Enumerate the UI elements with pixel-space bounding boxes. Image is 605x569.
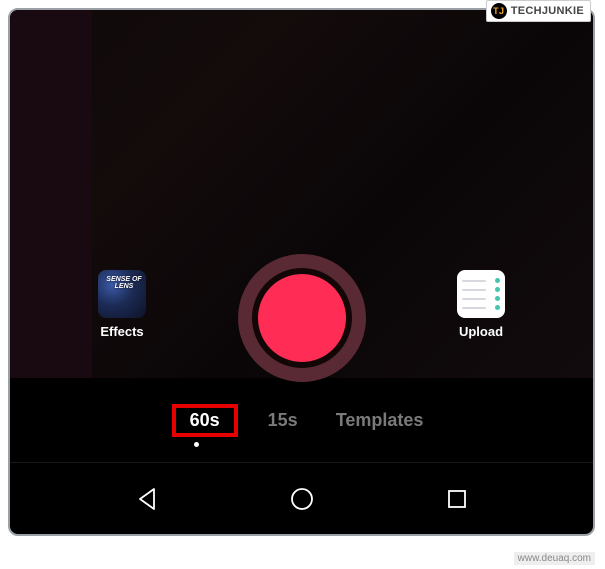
mode-selector: 60s 15s Templates: [10, 392, 593, 448]
record-button[interactable]: [238, 254, 366, 382]
mode-tab-templates[interactable]: Templates: [328, 406, 432, 435]
nav-recent-icon[interactable]: [445, 487, 469, 511]
footer-source-url: www.deuaq.com: [514, 552, 595, 565]
device-frame: SENSE OF LENS Effects Upload 60s 15s Tem…: [8, 8, 595, 536]
mode-tab-60s[interactable]: 60s: [182, 406, 228, 434]
watermark-text: TECHJUNKIE: [511, 5, 584, 17]
nav-home-icon[interactable]: [288, 485, 316, 513]
mode-60s-highlight-box: 60s: [172, 404, 238, 437]
watermark-badge: TJ TECHJUNKIE: [486, 0, 591, 22]
nav-back-icon[interactable]: [134, 486, 160, 512]
mode-indicator-dot-icon: [194, 442, 199, 447]
record-button-inner-icon: [252, 268, 352, 368]
watermark-logo-icon: TJ: [491, 3, 507, 19]
android-nav-bar: [10, 462, 593, 534]
mode-tab-15s[interactable]: 15s: [260, 406, 306, 435]
upload-thumbnail-icon: [457, 270, 505, 318]
upload-button[interactable]: Upload: [449, 270, 513, 339]
upload-label: Upload: [449, 324, 513, 339]
